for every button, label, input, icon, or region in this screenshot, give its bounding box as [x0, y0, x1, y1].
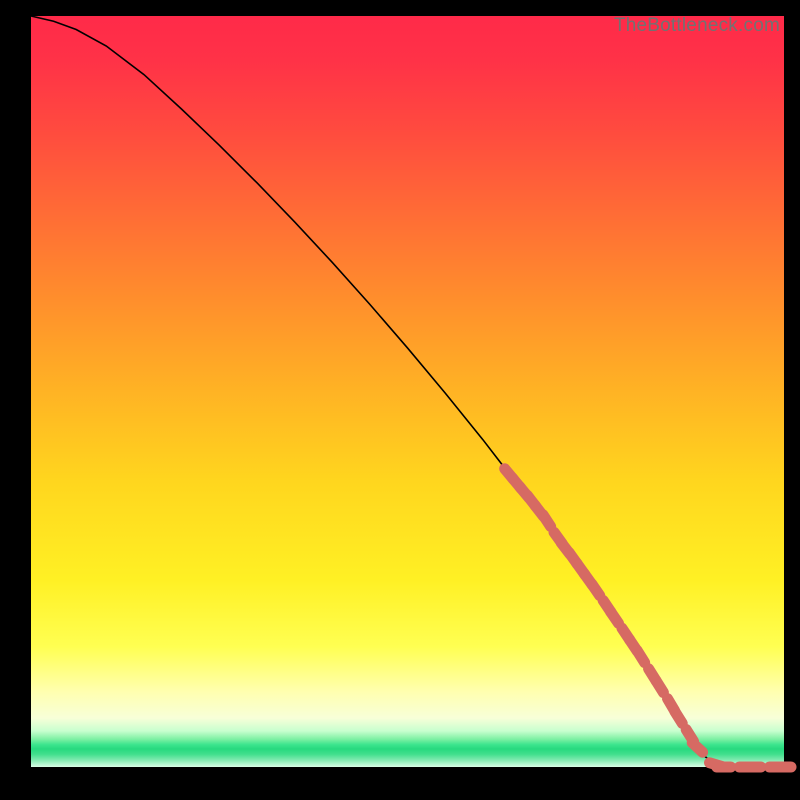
- marker-dash: [656, 681, 663, 693]
- marker-dash: [611, 612, 619, 624]
- marker-dash: [692, 743, 702, 752]
- chart-svg: [31, 16, 784, 767]
- marker-dash: [637, 651, 644, 663]
- chart-stage: TheBottleneck.com: [0, 0, 800, 800]
- marker-group: [505, 469, 791, 767]
- marker-dash: [592, 584, 600, 596]
- marker-dash: [543, 515, 551, 527]
- plot-area: TheBottleneck.com: [31, 16, 784, 767]
- curve-line: [31, 16, 784, 767]
- marker-dash: [675, 712, 682, 724]
